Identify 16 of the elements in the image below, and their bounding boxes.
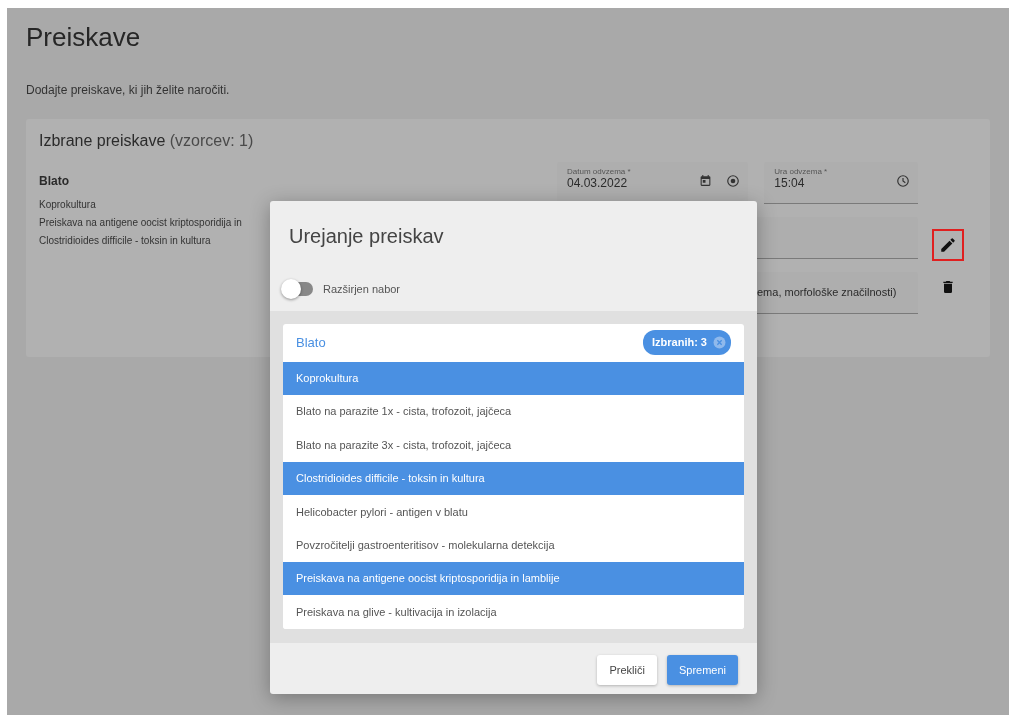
pencil-icon[interactable] <box>938 236 957 255</box>
page-subtitle: Dodajte preiskave, ki jih želite naročiti. <box>26 82 231 100</box>
page-title: Preiskave <box>26 22 142 54</box>
card-title: Izbrane preiskave (vzorcev: 1) <box>39 131 255 151</box>
group-name: Blato <box>296 333 326 352</box>
radio-target-icon[interactable] <box>726 174 741 189</box>
sample-name: Blato <box>39 173 70 191</box>
test-name: Preiskava na antigene oocist kriptosporidija in <box>39 216 242 231</box>
modal-title: Urejanje preiskav <box>289 224 445 249</box>
test-name: Koprokultura <box>39 198 96 213</box>
cancel-button[interactable]: Prekliči <box>597 654 657 686</box>
toggle-label: Razširjen nabor <box>323 282 401 297</box>
edit-button[interactable] <box>931 229 964 262</box>
test-name: Clostridioides difficile - toksin in kultura <box>39 234 211 249</box>
clock-icon[interactable] <box>896 174 910 189</box>
calendar-icon[interactable] <box>699 174 713 189</box>
